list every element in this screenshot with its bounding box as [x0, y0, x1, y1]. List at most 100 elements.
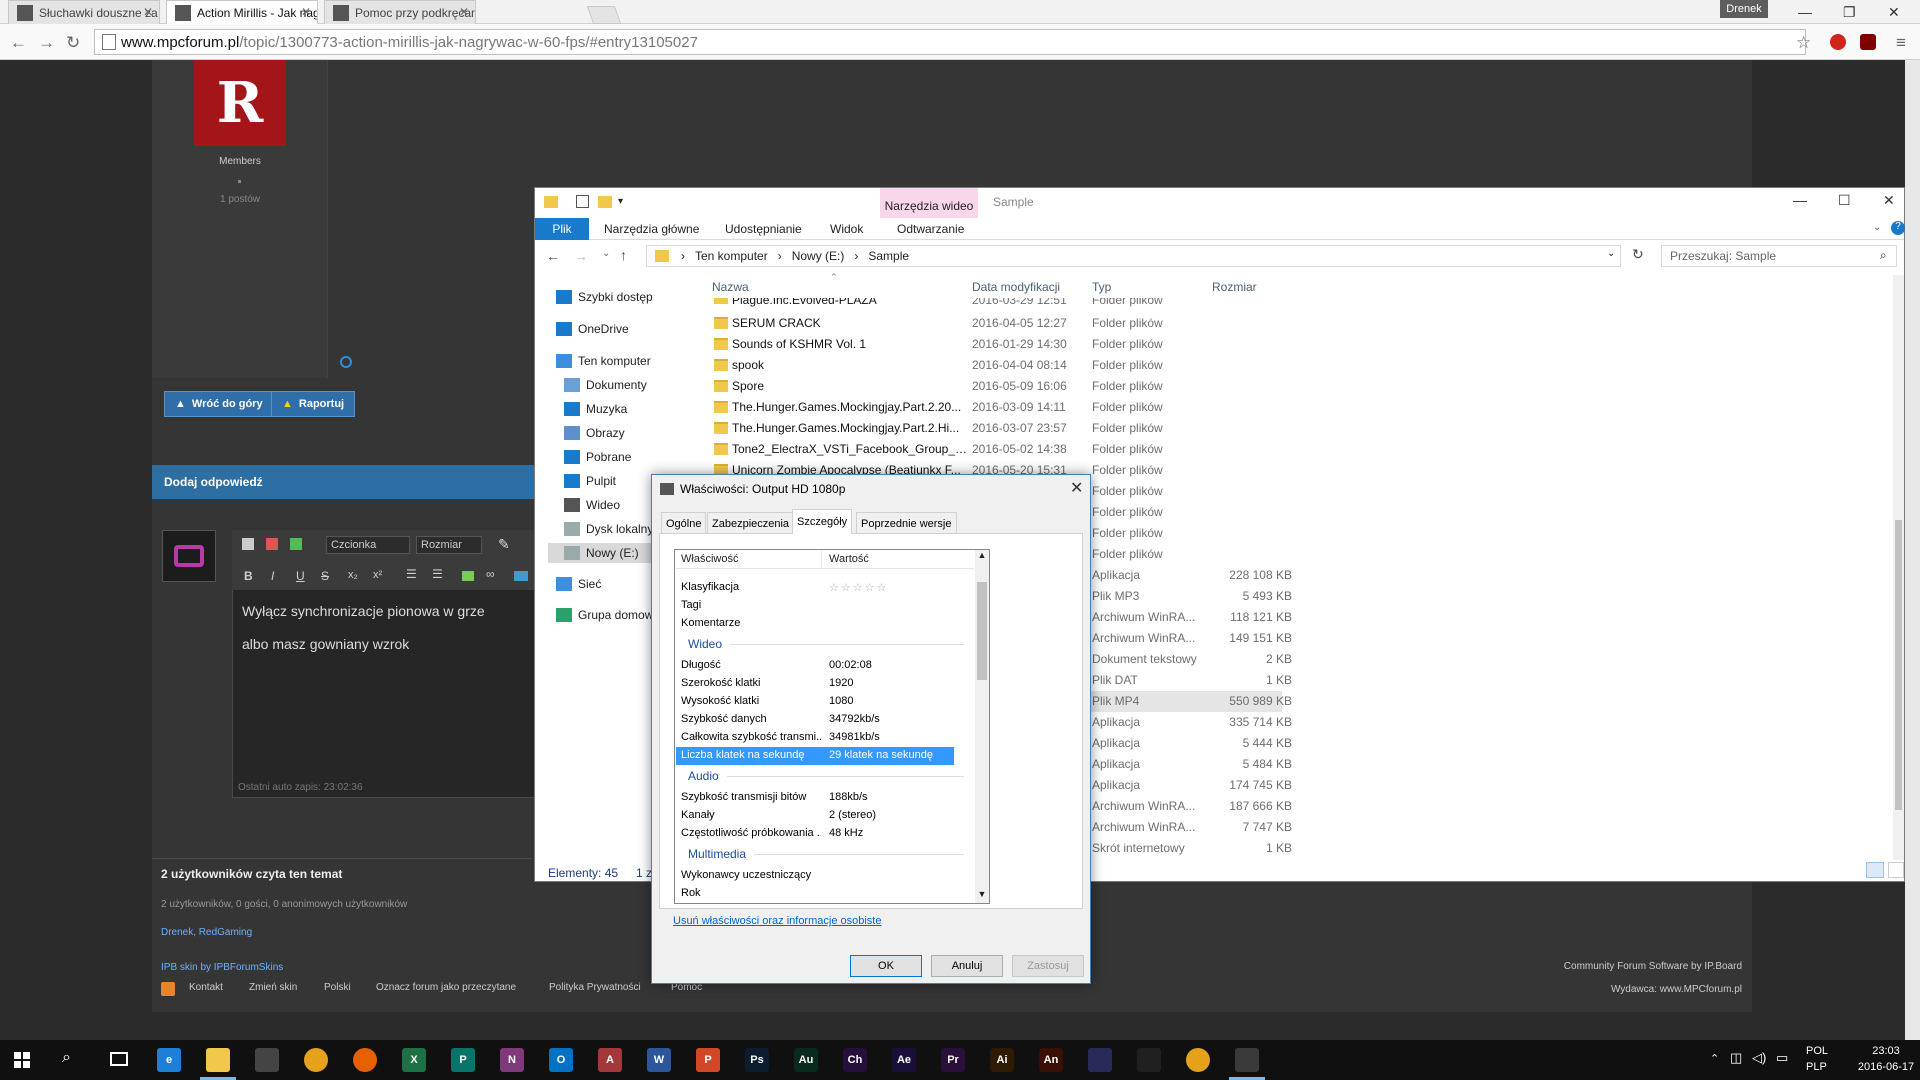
property-row[interactable]: Całkowita szybkość transmi... 34981kb/s [676, 729, 954, 747]
minimize-icon[interactable]: — [1798, 4, 1812, 20]
property-row[interactable]: Wykonawcy uczestniczący [676, 867, 954, 885]
file-row[interactable]: Plague.Inc.Evolved-PLAZA 2016-03-29 12:51… [712, 298, 1282, 308]
clock-date[interactable]: 2016-06-17 [1854, 1061, 1918, 1073]
column-size[interactable]: Rozmiar [1212, 280, 1257, 294]
volume-icon[interactable]: ◁) [1752, 1050, 1766, 1066]
nav-item-12[interactable]: Grupa domowa [556, 605, 660, 625]
refresh-icon[interactable]: ↻ [1632, 246, 1644, 263]
ribbon-tab-file[interactable]: Plik [535, 218, 589, 240]
quick-access-dropdown-icon[interactable]: ▾ [618, 196, 623, 207]
excel-icon[interactable]: X [402, 1048, 426, 1072]
after-effects-icon[interactable]: Ae [892, 1048, 916, 1072]
menu-icon[interactable]: ≡ [1896, 33, 1906, 53]
footer-link-mark-read[interactable]: Oznacz forum jako przeczytane [376, 982, 516, 993]
header-value[interactable]: Wartość [829, 553, 869, 565]
footer-link-kontakt[interactable]: Kontakt [189, 982, 223, 993]
column-type[interactable]: Typ [1092, 280, 1111, 294]
adobe-app-icon[interactable] [1088, 1048, 1112, 1072]
column-date[interactable]: Data modyfikacji [972, 280, 1060, 294]
nav-item-3[interactable]: Dokumenty [564, 375, 647, 395]
ribbon-tab-share[interactable]: Udostępnianie [725, 218, 802, 240]
close-tab-icon[interactable]: ✕ [301, 5, 311, 19]
word-icon[interactable]: W [647, 1048, 671, 1072]
details-view-icon[interactable] [1866, 862, 1884, 878]
nav-item-7[interactable]: Pulpit [564, 471, 616, 491]
recent-dropdown-icon[interactable]: ⌄ [602, 248, 610, 259]
store-icon[interactable] [255, 1048, 279, 1072]
reload-icon[interactable]: ↻ [66, 33, 80, 53]
address-path[interactable]: › Ten komputer › Nowy (E:) › Sample [646, 245, 1621, 267]
nav-item-2[interactable]: Ten komputer [556, 351, 651, 371]
post-ip-icon[interactable] [340, 356, 352, 368]
apply-button[interactable]: Zastosuj [1012, 955, 1084, 977]
illustrator-icon[interactable]: Ai [990, 1048, 1014, 1072]
italic-icon[interactable]: I [271, 569, 274, 583]
bookmark-star-icon[interactable]: ☆ [1796, 33, 1811, 53]
property-row[interactable]: Szybkość danych 34792kb/s [676, 711, 954, 729]
file-row[interactable]: The.Hunger.Games.Mockingjay.Part.2.Hi...… [712, 418, 1282, 439]
dialog-tab-general[interactable]: Ogólne [661, 512, 707, 534]
cancel-button[interactable]: Anuluj [931, 955, 1003, 977]
up-icon[interactable]: ↑ [620, 247, 627, 263]
properties-icon[interactable] [576, 195, 589, 208]
explorer-forward-icon[interactable]: → [574, 248, 588, 264]
property-row[interactable]: Kanały 2 (stereo) [676, 807, 954, 825]
audition-icon[interactable]: Au [794, 1048, 818, 1072]
dialog-tab-security[interactable]: Zabezpieczenia [707, 512, 795, 534]
file-explorer-icon[interactable] [206, 1048, 230, 1072]
publisher-icon[interactable]: P [451, 1048, 475, 1072]
language-primary[interactable]: POL [1806, 1045, 1828, 1057]
size-select[interactable]: Rozmiar [416, 536, 482, 554]
explorer-close-icon[interactable]: ✕ [1883, 192, 1895, 209]
superscript-icon[interactable]: x² [373, 569, 382, 581]
path-segment[interactable]: Sample [868, 249, 909, 263]
onenote-icon[interactable]: N [500, 1048, 524, 1072]
file-row[interactable]: Spore 2016-05-09 16:06 Folder plików [712, 376, 1282, 397]
close-tab-icon[interactable]: ✕ [459, 5, 469, 19]
opera-extension-icon[interactable] [1830, 34, 1846, 50]
source-icon[interactable] [242, 538, 254, 550]
language-secondary[interactable]: PLP [1806, 1061, 1827, 1073]
back-icon[interactable]: ← [10, 33, 27, 53]
character-animator-icon[interactable]: Ch [843, 1048, 867, 1072]
number-list-icon[interactable]: ☰ [432, 567, 443, 581]
strike-icon[interactable]: S [321, 569, 329, 583]
file-row[interactable]: Sounds of KSHMR Vol. 1 2016-01-29 14:30 Fo… [712, 334, 1282, 355]
context-tab-video-tools[interactable]: Narzędzia wideo [880, 188, 978, 218]
photoshop-icon[interactable]: Ps [745, 1048, 769, 1072]
ribbon-tab-view[interactable]: Widok [830, 218, 863, 240]
browser-tab-pomoc[interactable]: Pomoc przy podkręcaniu ✕ [324, 0, 476, 24]
dialog-tab-previous-versions[interactable]: Poprzednie wersje [856, 512, 957, 534]
edge-icon[interactable]: e [157, 1048, 181, 1072]
readers-names[interactable]: Drenek, RedGaming [161, 927, 252, 938]
new-folder-icon[interactable] [598, 196, 612, 208]
nav-item-1[interactable]: OneDrive [556, 319, 629, 339]
file-row[interactable]: spook 2016-04-04 08:14 Folder plików [712, 355, 1282, 376]
property-row[interactable]: Wysokość klatki 1080 [676, 693, 954, 711]
file-row[interactable]: The.Hunger.Games.Mockingjay.Part.2.20...… [712, 397, 1282, 418]
link-icon[interactable]: ∞ [486, 567, 495, 581]
property-list-scrollbar[interactable]: ▲ ▼ [975, 550, 989, 903]
profile-badge[interactable]: Drenek [1720, 0, 1768, 18]
path-segment[interactable]: Nowy (E:) [792, 249, 845, 263]
font-select[interactable]: Czcionka [326, 536, 410, 554]
browser-tab-sluchawki[interactable]: Słuchawki douszne za oko✕ [8, 0, 160, 24]
image-icon[interactable] [514, 571, 528, 581]
video-app-icon[interactable] [1235, 1048, 1259, 1072]
path-segment[interactable]: Ten komputer [695, 249, 768, 263]
expand-ribbon-icon[interactable]: ⌄ [1873, 222, 1881, 233]
bold-icon[interactable]: B [244, 569, 253, 583]
ublock-extension-icon[interactable] [1860, 34, 1876, 50]
bullet-list-icon[interactable]: ☰ [406, 567, 417, 581]
nav-item-9[interactable]: Dysk lokalny [564, 519, 653, 539]
search-input[interactable]: Przeszukaj: Sample [1661, 245, 1897, 267]
subscript-icon[interactable]: x₂ [348, 569, 358, 581]
animate-icon[interactable]: An [1039, 1048, 1063, 1072]
explorer-back-icon[interactable]: ← [546, 248, 560, 264]
firefox-icon[interactable] [353, 1048, 377, 1072]
network-tray-icon[interactable]: ◫ [1730, 1050, 1742, 1066]
nav-item-11[interactable]: Sieć [556, 574, 601, 594]
rss-icon[interactable] [161, 982, 175, 996]
footer-link-privacy[interactable]: Polityka Prywatności [549, 982, 641, 993]
url-input[interactable]: www.mpcforum.pl/topic/1300773-action-mir… [94, 29, 1806, 55]
